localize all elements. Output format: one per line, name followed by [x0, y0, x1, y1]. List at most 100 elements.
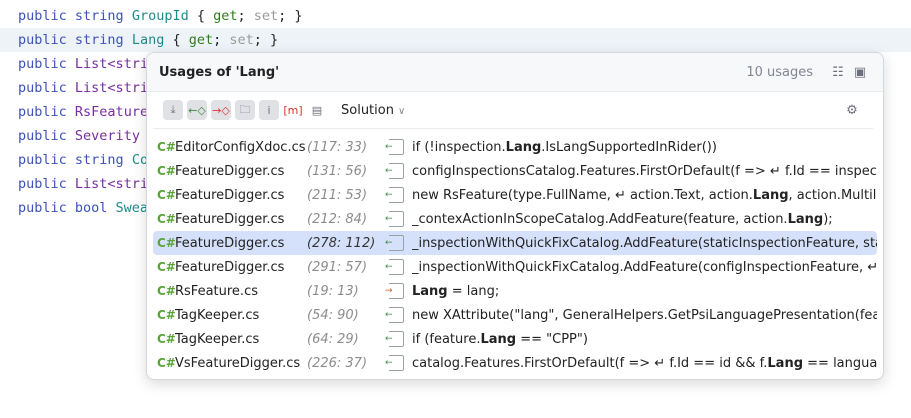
usage-file: EditorConfigXdoc.cs [175, 139, 306, 155]
usage-location: (211: 53) [307, 187, 368, 203]
usage-row[interactable]: C# RsFeature.cs (19: 13) → Lang = lang; [153, 279, 877, 303]
usage-location: (212: 84) [307, 211, 368, 227]
usage-code: new RsFeature(type.FullName, ↵ action.Te… [412, 188, 877, 203]
code-pre: _contexActionInScopeCatalog.AddFeature(f… [412, 211, 788, 227]
usage-file: TagKeeper.cs [175, 331, 260, 347]
read-access-icon: ← [385, 307, 404, 323]
usage-location: (131: 56) [307, 163, 368, 179]
usage-location: (117: 33) [307, 139, 368, 155]
usage-file: FeatureDigger.cs [175, 187, 285, 203]
usage-code: Lang = lang; [412, 284, 877, 299]
code-token: List<stri [74, 176, 149, 192]
code-pre: new XAttribute("lang", GeneralHelpers.Ge… [412, 307, 877, 323]
code-token: public string [18, 32, 124, 48]
csharp-file-icon: C# [157, 236, 176, 250]
code-token: public bool [18, 200, 108, 216]
usage-row[interactable]: C# FeatureDigger.cs (211: 53) ← new RsFe… [153, 183, 877, 207]
code-pre: _inspectionWithQuickFixCatalog.AddFeatur… [412, 235, 877, 251]
code-token: { [188, 8, 214, 24]
csharp-file-icon: C# [157, 140, 176, 154]
code-token: public [18, 104, 67, 120]
usage-file: FeatureDigger.cs [175, 259, 285, 275]
usage-row[interactable]: C# FeatureDigger.cs (212: 84) ← _contexA… [153, 207, 877, 231]
usage-file: FeatureDigger.cs [175, 235, 285, 251]
read-access-icon: ← [385, 163, 404, 179]
usage-row[interactable]: C# VsFeatureDigger.cs (226: 37) ← catalo… [153, 351, 877, 375]
csharp-file-icon: C# [157, 332, 176, 346]
popup-header: Usages of 'Lang' 10 usages ☷ ▣ [147, 53, 883, 92]
usage-row[interactable]: C# TagKeeper.cs (64: 29) ← if (feature.L… [153, 327, 877, 351]
usage-code: _inspectionWithQuickFixCatalog.AddFeatur… [412, 236, 877, 251]
usage-location: (226: 37) [307, 355, 368, 371]
code-pre: new RsFeature(type.FullName, ↵ action.Te… [412, 187, 753, 203]
code-token: public string [18, 152, 124, 168]
usage-code: configInspectionsCatalog.Features.FirstO… [412, 164, 877, 179]
code-line[interactable]: public string Lang { get; set; } [0, 28, 911, 52]
usage-code: new XAttribute("lang", GeneralHelpers.Ge… [412, 308, 877, 323]
code-post: , action.Multilan [788, 187, 877, 203]
group-icon[interactable]: ☷ [827, 61, 849, 83]
code-token: ; [237, 8, 254, 24]
code-token: set [253, 8, 279, 24]
usages-list: C# EditorConfigXdoc.cs (117: 33) ← if (!… [147, 129, 883, 375]
usage-code: _contexActionInScopeCatalog.AddFeature(f… [412, 212, 877, 227]
csharp-file-icon: C# [157, 188, 176, 202]
code-pre: configInspectionsCatalog.Features.FirstO… [412, 163, 877, 179]
code-match: Lang [752, 187, 789, 203]
usage-location: (54: 90) [307, 307, 359, 323]
read-access-icon: ← [385, 355, 404, 371]
code-token: public [18, 128, 67, 144]
scope-label: Solution [341, 102, 394, 118]
code-token: ; [213, 32, 230, 48]
info-icon[interactable]: i [259, 100, 279, 120]
code-line[interactable]: public string GroupId { get; set; } [0, 4, 911, 28]
write-access-icon[interactable]: →◇ [211, 100, 231, 120]
code-token: Severity [74, 128, 140, 144]
usage-location: (64: 29) [307, 331, 359, 347]
code-pre: catalog.Features.FirstOrDefault(f => ↵ f… [412, 355, 768, 371]
usage-file: TagKeeper.cs [175, 307, 260, 323]
write-access-icon: → [385, 283, 404, 299]
usage-row[interactable]: C# TagKeeper.cs (54: 90) ← new XAttribut… [153, 303, 877, 327]
code-match: Lang [505, 139, 542, 155]
csharp-file-icon: C# [157, 212, 176, 226]
read-access-icon: ← [385, 235, 404, 251]
gear-icon[interactable]: ⚙ [841, 99, 863, 121]
usage-row[interactable]: C# FeatureDigger.cs (291: 57) ← _inspect… [153, 255, 877, 279]
usage-row[interactable]: C# FeatureDigger.cs (278: 112) ← _inspec… [153, 231, 877, 255]
read-access-icon: ← [385, 139, 404, 155]
code-token: GroupId [131, 8, 189, 24]
code-token: public string [18, 8, 124, 24]
code-pre: if (!inspection. [412, 139, 506, 155]
read-access-icon[interactable]: ←◇ [187, 100, 207, 120]
usage-row[interactable]: C# EditorConfigXdoc.cs (117: 33) ← if (!… [153, 135, 877, 159]
code-post: ); [823, 211, 833, 227]
csharp-file-icon: C# [157, 356, 176, 370]
read-access-icon: ← [385, 259, 404, 275]
usage-location: (278: 112) [307, 235, 376, 251]
pin-icon[interactable]: ▣ [849, 61, 871, 83]
code-pre: if (feature. [412, 331, 481, 347]
member-icon[interactable]: [m] [283, 100, 303, 120]
usage-location: (291: 57) [307, 259, 368, 275]
preview-icon[interactable]: ▤ [307, 100, 327, 120]
usage-row[interactable]: C# FeatureDigger.cs (131: 56) ← configIn… [153, 159, 877, 183]
code-token: Lang [131, 32, 165, 48]
usage-file: VsFeatureDigger.cs [175, 355, 301, 371]
code-token: get [188, 32, 214, 48]
code-token: get [213, 8, 238, 24]
code-match: Lang [787, 211, 824, 227]
scope-dropdown[interactable]: Solution ∨ [341, 103, 841, 118]
folder-icon[interactable]: 🗀 [235, 100, 255, 120]
csharp-file-icon: C# [157, 284, 176, 298]
code-match: Lang [480, 331, 517, 347]
usage-file: FeatureDigger.cs [175, 163, 285, 179]
code-post: == "CPP") [516, 331, 588, 347]
csharp-file-icon: C# [157, 164, 176, 178]
usage-location: (19: 13) [307, 283, 359, 299]
code-token: ; } [278, 8, 303, 24]
merge-lines-icon[interactable]: ⤓ [163, 100, 183, 120]
usages-popup: Usages of 'Lang' 10 usages ☷ ▣ ⤓ ←◇ →◇ 🗀… [146, 52, 884, 380]
code-token: public [18, 176, 67, 192]
code-token: set [229, 32, 254, 48]
